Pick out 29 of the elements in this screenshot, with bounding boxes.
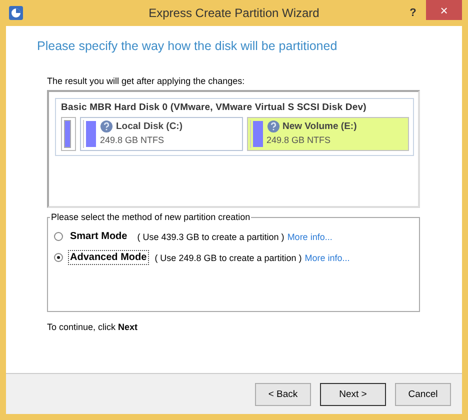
- radio-button[interactable]: [54, 232, 63, 241]
- unallocated-block[interactable]: [61, 117, 76, 151]
- help-button[interactable]: ?: [400, 3, 426, 23]
- more-info-link[interactable]: More info...: [287, 232, 332, 242]
- partition-name: Local Disk (C:): [116, 121, 183, 132]
- mode-detail: ( Use 439.3 GB to create a partition ): [137, 232, 284, 242]
- window-title: Express Create Partition Wizard: [148, 6, 320, 20]
- app-icon: [8, 5, 24, 21]
- mode-label[interactable]: Advanced Mode: [68, 250, 149, 265]
- continue-hint: To continue, click Next: [47, 322, 139, 332]
- partition-info: 249.8 GB NTFS: [266, 135, 332, 145]
- group-legend: Please select the method of new partition creation: [50, 212, 252, 222]
- partition-block[interactable]: Local Disk (C:) 249.8 GB NTFS: [80, 117, 242, 151]
- question-icon: [100, 120, 113, 133]
- partition-info: 249.8 GB NTFS: [100, 135, 166, 145]
- mode-detail: ( Use 249.8 GB to create a partition ): [154, 252, 302, 262]
- partition-name: New Volume (E:): [282, 121, 357, 132]
- wizard-button[interactable]: Next >: [320, 382, 386, 406]
- result-label: The result you will get after applying the changes:: [47, 76, 246, 86]
- wizard-button[interactable]: < Back: [255, 382, 311, 406]
- mode-label[interactable]: Smart Mode: [68, 229, 130, 244]
- question-icon: [266, 120, 280, 133]
- radio-button[interactable]: [54, 253, 63, 262]
- page-heading: Please specify the way how the disk will be partitioned: [37, 39, 338, 53]
- disk-title: Basic MBR Hard Disk 0 (VMware, VMware Virtual S SCSI Disk Dev): [61, 102, 368, 113]
- partition-block[interactable]: New Volume (E:) 249.8 GB NTFS: [246, 117, 409, 151]
- close-button[interactable]: ×: [426, 0, 462, 20]
- wizard-button[interactable]: Cancel: [395, 382, 451, 406]
- more-info-link[interactable]: More info...: [304, 252, 350, 262]
